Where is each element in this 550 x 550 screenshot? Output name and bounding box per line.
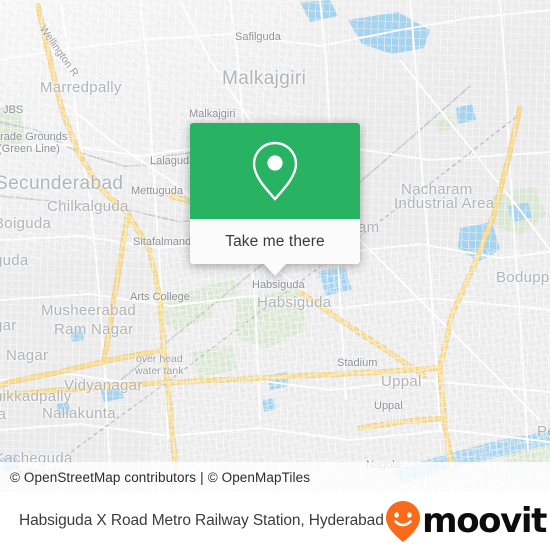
moovit-brand[interactable]: moovit <box>383 499 547 543</box>
attribution-separator: | <box>200 469 204 485</box>
take-me-there-label: Take me there <box>225 232 325 250</box>
map-building-texture-se <box>150 250 550 492</box>
popup-tail <box>264 264 286 276</box>
popup-header <box>190 123 360 219</box>
osm-attribution-link[interactable]: © OpenStreetMap contributors <box>10 470 196 485</box>
moovit-map-screenshot: Wellington R Safilguda Marredpally Malkajgi… <box>0 0 550 550</box>
map-canvas[interactable]: Wellington R Safilguda Marredpally Malkajgi… <box>0 0 550 492</box>
moovit-pin-smiley-icon <box>386 501 421 542</box>
popup-action-bar[interactable]: Take me there <box>190 219 360 264</box>
openmaptiles-attribution-link[interactable]: © OpenMapTiles <box>208 470 310 485</box>
location-popup[interactable]: Take me there <box>190 123 360 276</box>
footer-bar: Habsiguda X Road Metro Railway Station, … <box>0 492 550 550</box>
moovit-wordmark: moovit <box>422 501 547 541</box>
map-pin-icon <box>252 141 298 201</box>
map-attribution: © OpenStreetMap contributors | © OpenMap… <box>0 462 550 492</box>
station-title: Habsiguda X Road Metro Railway Station, … <box>19 512 384 529</box>
